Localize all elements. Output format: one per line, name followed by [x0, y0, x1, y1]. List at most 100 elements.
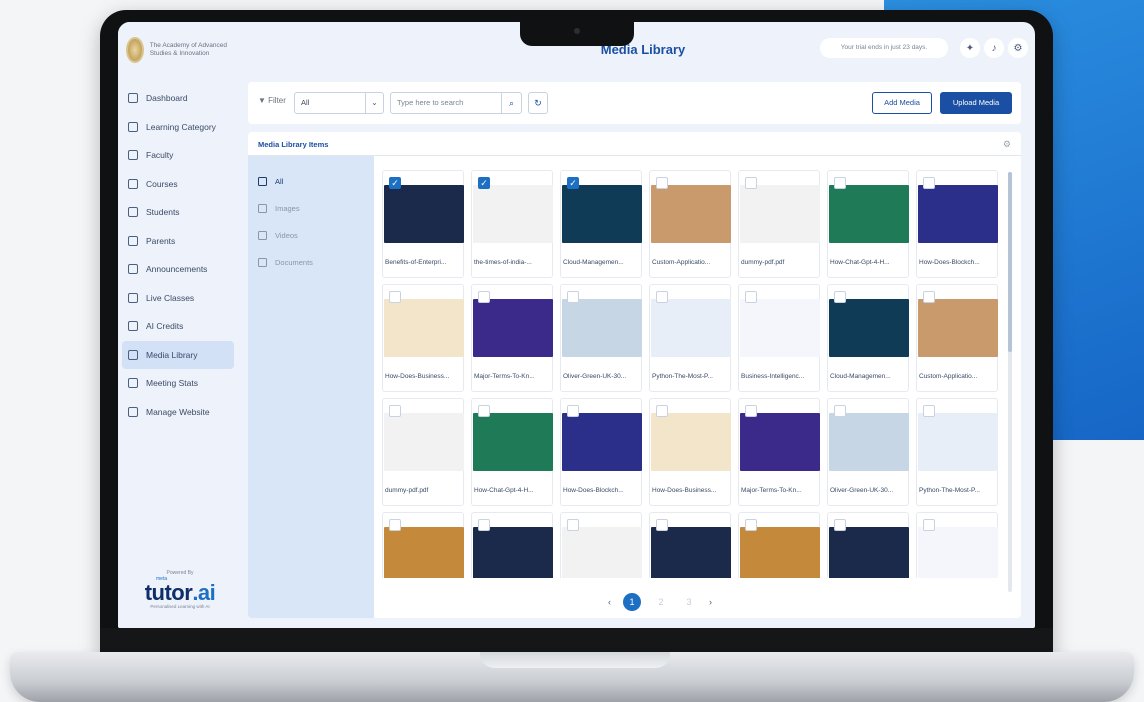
sidebar-item-label: Students — [146, 207, 180, 218]
search-input[interactable]: Type here to search ⌕ — [390, 92, 522, 114]
media-icon — [128, 349, 138, 360]
select-checkbox[interactable] — [656, 519, 668, 531]
select-checkbox[interactable] — [745, 177, 757, 189]
category-all[interactable]: All — [248, 168, 374, 195]
filter-select[interactable]: All ⌄ — [294, 92, 384, 114]
select-checkbox[interactable] — [745, 519, 757, 531]
select-checkbox[interactable] — [389, 405, 401, 417]
media-tile[interactable]: Cloud-Managemen... — [827, 284, 909, 392]
select-checkbox[interactable] — [656, 291, 668, 303]
select-checkbox[interactable] — [923, 291, 935, 303]
media-tile[interactable]: Major-Terms-To-Kn... — [738, 398, 820, 506]
logo-word: tutor — [144, 580, 193, 605]
select-checkbox[interactable] — [656, 177, 668, 189]
sidebar-item-students[interactable]: Students — [122, 198, 234, 227]
select-checkbox[interactable] — [834, 519, 846, 531]
media-tile[interactable]: How-Does-Blockch... — [916, 170, 998, 278]
bell-icon[interactable]: ♪ — [984, 38, 1004, 58]
media-tile[interactable] — [560, 512, 642, 578]
media-library-panel: Media Library Items ⚙ All Images Videos Doc… — [248, 132, 1021, 618]
select-checkbox[interactable] — [478, 291, 490, 303]
media-thumbnail — [918, 527, 998, 578]
page-2[interactable]: 2 — [653, 597, 669, 607]
select-checkbox[interactable] — [923, 519, 935, 531]
media-tile[interactable]: Python-The-Most-P... — [916, 398, 998, 506]
select-checkbox[interactable] — [923, 405, 935, 417]
sidebar-item-learning-category[interactable]: Learning Category — [122, 113, 234, 142]
gear-icon[interactable]: ⚙ — [1008, 38, 1028, 58]
select-checkbox[interactable]: ✓ — [567, 177, 579, 189]
media-tile[interactable]: Oliver-Green-UK-30... — [560, 284, 642, 392]
sidebar-item-meeting-stats[interactable]: Meeting Stats — [122, 369, 234, 398]
select-checkbox[interactable]: ✓ — [389, 177, 401, 189]
media-tile[interactable]: Oliver-Green-UK-30... — [827, 398, 909, 506]
videos-icon — [258, 231, 267, 240]
select-checkbox[interactable] — [745, 405, 757, 417]
sidebar-item-announcements[interactable]: Announcements — [122, 255, 234, 284]
sidebar-item-live-classes[interactable]: Live Classes — [122, 284, 234, 313]
sidebar-item-manage-website[interactable]: Manage Website — [122, 398, 234, 427]
media-tile[interactable]: ✓ the-times-of-india-... — [471, 170, 553, 278]
media-tile[interactable]: Python-The-Most-P... — [649, 284, 731, 392]
select-checkbox[interactable] — [478, 519, 490, 531]
select-checkbox[interactable] — [656, 405, 668, 417]
media-tile[interactable]: Business-Intelligenc... — [738, 284, 820, 392]
select-checkbox[interactable] — [567, 291, 579, 303]
dashboard-icon — [128, 93, 138, 104]
panel-settings-icon[interactable]: ⚙ — [1003, 139, 1011, 150]
select-checkbox[interactable] — [834, 177, 846, 189]
media-tile[interactable]: dummy-pdf.pdf — [738, 170, 820, 278]
media-tile[interactable] — [382, 512, 464, 578]
media-tile[interactable]: How-Chat-Gpt-4-H... — [827, 170, 909, 278]
media-tile[interactable]: How-Does-Business... — [382, 284, 464, 392]
select-checkbox[interactable] — [834, 291, 846, 303]
category-documents[interactable]: Documents — [248, 249, 374, 276]
select-checkbox[interactable] — [923, 177, 935, 189]
next-page-icon[interactable]: › — [709, 597, 712, 607]
media-tile[interactable] — [916, 512, 998, 578]
sidebar-item-ai-credits[interactable]: AI Credits — [122, 312, 234, 341]
select-checkbox[interactable] — [834, 405, 846, 417]
search-icon[interactable]: ⌕ — [501, 93, 521, 113]
sidebar-item-parents[interactable]: Parents — [122, 227, 234, 256]
select-checkbox[interactable] — [745, 291, 757, 303]
media-thumbnail — [562, 527, 642, 578]
media-tile[interactable]: Major-Terms-To-Kn... — [471, 284, 553, 392]
media-tile[interactable]: Custom-Applicatio... — [649, 170, 731, 278]
media-tile[interactable]: How-Chat-Gpt-4-H... — [471, 398, 553, 506]
website-icon — [128, 406, 138, 417]
media-tile[interactable]: ✓ Cloud-Managemen... — [560, 170, 642, 278]
select-checkbox[interactable] — [567, 519, 579, 531]
select-checkbox[interactable]: ✓ — [478, 177, 490, 189]
refresh-icon[interactable]: ↻ — [528, 92, 548, 114]
sidebar-item-media-library[interactable]: Media Library — [122, 340, 234, 369]
page-1[interactable]: 1 — [623, 593, 641, 611]
prev-page-icon[interactable]: ‹ — [608, 597, 611, 607]
media-tile[interactable]: How-Does-Blockch... — [560, 398, 642, 506]
page-3[interactable]: 3 — [681, 597, 697, 607]
category-videos[interactable]: Videos — [248, 222, 374, 249]
category-label: All — [275, 177, 284, 186]
add-media-button[interactable]: Add Media — [872, 92, 932, 114]
media-tile[interactable] — [649, 512, 731, 578]
media-tile[interactable] — [827, 512, 909, 578]
brand[interactable]: The Academy of Advanced Studies & Innova… — [126, 30, 236, 70]
select-checkbox[interactable] — [389, 291, 401, 303]
media-tile[interactable]: How-Does-Business... — [649, 398, 731, 506]
select-checkbox[interactable] — [389, 519, 401, 531]
lightbulb-icon[interactable]: ✦ — [960, 38, 980, 58]
media-tile[interactable]: ✓ Benefits-of-Enterpri... — [382, 170, 464, 278]
media-tile[interactable]: Custom-Applicatio... — [916, 284, 998, 392]
sidebar-item-dashboard[interactable]: Dashboard — [122, 84, 234, 113]
scrollbar-thumb[interactable] — [1008, 172, 1012, 352]
search-placeholder: Type here to search — [397, 98, 464, 107]
upload-media-button[interactable]: Upload Media — [940, 92, 1012, 114]
select-checkbox[interactable] — [478, 405, 490, 417]
category-images[interactable]: Images — [248, 195, 374, 222]
media-tile[interactable] — [738, 512, 820, 578]
media-tile[interactable]: dummy-pdf.pdf — [382, 398, 464, 506]
media-tile[interactable] — [471, 512, 553, 578]
select-checkbox[interactable] — [567, 405, 579, 417]
sidebar-item-courses[interactable]: Courses — [122, 170, 234, 199]
sidebar-item-faculty[interactable]: Faculty — [122, 141, 234, 170]
